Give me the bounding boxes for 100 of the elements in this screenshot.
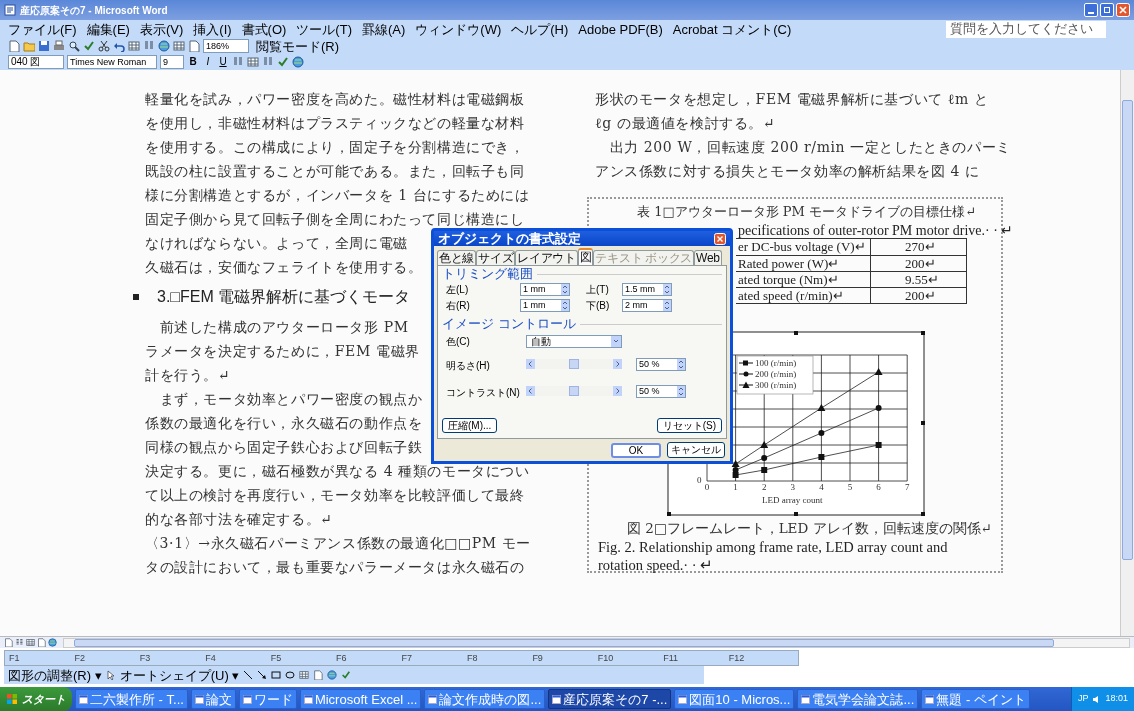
- selection-handle[interactable]: [794, 512, 798, 516]
- columns-icon[interactable]: [232, 56, 244, 68]
- check-icon[interactable]: [341, 670, 352, 680]
- selection-handle[interactable]: [921, 421, 925, 425]
- oval-icon[interactable]: [285, 670, 296, 680]
- function-key-button[interactable]: F9: [532, 653, 598, 663]
- format-button[interactable]: I: [202, 56, 214, 68]
- magnifier-icon[interactable]: [68, 40, 80, 52]
- scissors-icon[interactable]: [98, 40, 110, 52]
- spin-field[interactable]: 1 mm: [520, 283, 570, 296]
- format-button[interactable]: B: [187, 56, 199, 68]
- selection-handle[interactable]: [921, 512, 925, 516]
- pointer-arrow-icon[interactable]: [105, 670, 116, 680]
- page-icon[interactable]: [8, 40, 20, 52]
- function-key-button[interactable]: F4: [205, 653, 271, 663]
- globe-icon[interactable]: [292, 56, 304, 68]
- taskbar-button[interactable]: Microsoft Excel ...: [299, 689, 422, 709]
- color-dropdown[interactable]: 自動: [526, 335, 622, 348]
- function-key-button[interactable]: F6: [336, 653, 402, 663]
- horizontal-scrollbar[interactable]: [63, 637, 1130, 648]
- table-grid-icon[interactable]: [26, 638, 35, 647]
- slider-track[interactable]: [526, 386, 622, 396]
- columns-icon[interactable]: [143, 40, 155, 52]
- compress-button[interactable]: 圧縮(M)...: [442, 418, 498, 433]
- menu-item[interactable]: ファイル(F): [8, 21, 77, 37]
- menu-item[interactable]: 表示(V): [139, 21, 184, 37]
- slider-thumb[interactable]: [569, 359, 579, 369]
- taskbar-button[interactable]: 二六製作所 - T...: [75, 689, 188, 709]
- menu-item[interactable]: ウィンドウ(W): [415, 21, 502, 37]
- menu-item[interactable]: 編集(E): [86, 21, 130, 37]
- taskbar-button[interactable]: 図面10 - Micros...: [674, 689, 795, 709]
- table-grid-icon[interactable]: [128, 40, 140, 52]
- selection-handle[interactable]: [667, 512, 671, 516]
- autoshape-menu-button[interactable]: オートシェイプ(U) ▾: [119, 667, 240, 683]
- dialog-tab[interactable]: レイアウト: [515, 250, 578, 265]
- taskbar-button[interactable]: 電気学会論文誌...: [797, 689, 919, 709]
- spin-field[interactable]: 50 %: [636, 384, 686, 398]
- page-icon[interactable]: [37, 638, 46, 647]
- vertical-scrollbar[interactable]: [1120, 70, 1134, 636]
- page-icon[interactable]: [313, 670, 324, 680]
- taskbar-button[interactable]: ワード: [238, 689, 297, 709]
- spin-field[interactable]: 50 %: [636, 357, 686, 371]
- check-icon[interactable]: [83, 40, 95, 52]
- help-search-field[interactable]: 質問を入力してください: [946, 20, 1106, 38]
- line-icon[interactable]: [243, 670, 254, 680]
- menu-item[interactable]: Acrobat コメント(C): [672, 21, 792, 37]
- dialog-tab[interactable]: サイズ: [476, 250, 516, 265]
- taskbar-button[interactable]: 無題 - ペイント: [921, 689, 1030, 709]
- menu-item[interactable]: Adobe PDF(B): [578, 21, 663, 37]
- function-key-button[interactable]: F5: [270, 653, 337, 663]
- globe-icon[interactable]: [48, 638, 57, 647]
- format-button[interactable]: U: [217, 56, 229, 68]
- slider-track[interactable]: [526, 359, 622, 369]
- menu-item[interactable]: 書式(O): [241, 21, 287, 37]
- table-grid-icon[interactable]: [247, 56, 259, 68]
- function-key-button[interactable]: F12: [728, 653, 795, 663]
- printer-icon[interactable]: [53, 40, 65, 52]
- minimize-button[interactable]: [1084, 3, 1098, 17]
- menu-item[interactable]: ヘルプ(H): [511, 21, 569, 37]
- close-button[interactable]: [714, 232, 726, 245]
- dialog-tab[interactable]: Web: [694, 250, 722, 265]
- restore-button[interactable]: [1100, 3, 1114, 17]
- reset-button[interactable]: リセット(S): [656, 418, 722, 433]
- rectangle-icon[interactable]: [271, 670, 282, 680]
- reading-mode-button[interactable]: 閲覧モード(R): [252, 38, 344, 54]
- arrow-icon[interactable]: [257, 670, 268, 680]
- menu-item[interactable]: 罫線(A): [361, 21, 406, 37]
- style-dropdown[interactable]: 040 図: [8, 55, 64, 69]
- slider-thumb[interactable]: [569, 386, 579, 396]
- function-key-button[interactable]: F1: [9, 653, 75, 663]
- function-key-button[interactable]: F11: [663, 653, 729, 663]
- ok-button[interactable]: OK: [611, 442, 661, 458]
- function-key-button[interactable]: F8: [466, 653, 533, 663]
- menu-item[interactable]: ツール(T): [296, 21, 352, 37]
- selection-handle[interactable]: [794, 331, 798, 335]
- taskbar-button[interactable]: 論文: [190, 689, 236, 709]
- font-size-dropdown[interactable]: 9: [160, 55, 184, 69]
- function-key-button[interactable]: F10: [597, 653, 664, 663]
- check-icon[interactable]: [277, 56, 289, 68]
- function-key-button[interactable]: F7: [401, 653, 467, 663]
- spin-field[interactable]: 1.5 mm: [622, 283, 672, 296]
- dialog-tab[interactable]: 図: [577, 248, 594, 265]
- table-grid-icon[interactable]: [299, 670, 310, 680]
- taskbar-button[interactable]: 産応原案その7 -...: [548, 689, 672, 709]
- menu-item[interactable]: 挿入(I): [193, 21, 232, 37]
- globe-icon[interactable]: [327, 670, 338, 680]
- page-icon[interactable]: [188, 40, 200, 52]
- start-button[interactable]: スタート: [0, 687, 72, 711]
- page-icon[interactable]: [4, 638, 13, 647]
- selection-handle[interactable]: [921, 331, 925, 335]
- columns-icon[interactable]: [262, 56, 274, 68]
- columns-icon[interactable]: [15, 638, 24, 647]
- font-dropdown[interactable]: Times New Roman: [67, 55, 157, 69]
- zoom-dropdown[interactable]: 186%: [203, 39, 249, 53]
- table-grid-icon[interactable]: [173, 40, 185, 52]
- spin-field[interactable]: 2 mm: [622, 299, 672, 312]
- taskbar-button[interactable]: 論文作成時の図...: [424, 689, 546, 709]
- close-button[interactable]: [1116, 3, 1130, 17]
- dialog-tab[interactable]: 色と線: [437, 250, 477, 265]
- draw-menu-button[interactable]: 図形の調整(R) ▾: [8, 667, 102, 683]
